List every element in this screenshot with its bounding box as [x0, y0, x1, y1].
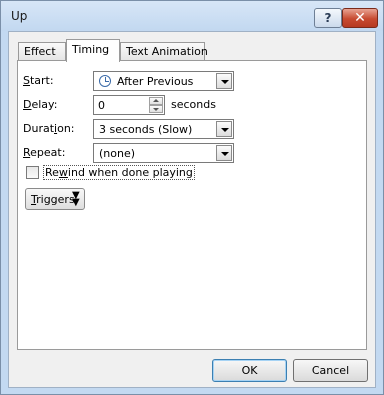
- start-label: Start:: [23, 74, 54, 87]
- delay-stepper[interactable]: 0: [93, 95, 165, 115]
- cancel-button[interactable]: Cancel: [293, 359, 368, 382]
- delay-label: Delay:: [23, 98, 58, 111]
- help-button[interactable]: ?: [314, 8, 342, 28]
- repeat-value: (none): [99, 147, 136, 160]
- triggers-label: Triggers: [31, 193, 75, 206]
- chevron-down-icon[interactable]: [216, 145, 232, 161]
- duration-label: Duration:: [23, 122, 75, 135]
- rewind-checkbox[interactable]: [26, 166, 39, 179]
- rewind-label[interactable]: Rewind when done playing: [43, 165, 195, 180]
- clock-icon: [99, 75, 111, 87]
- duration-dropdown[interactable]: 3 seconds (Slow): [93, 119, 234, 139]
- repeat-label: Repeat:: [23, 146, 66, 159]
- spin-up-icon[interactable]: [149, 97, 163, 105]
- chevron-down-icon[interactable]: [216, 121, 232, 137]
- chevron-down-icon[interactable]: [216, 73, 232, 89]
- duration-value: 3 seconds (Slow): [99, 123, 193, 136]
- close-button[interactable]: ✕: [342, 8, 378, 28]
- delay-value: 0: [98, 99, 105, 112]
- delay-unit: seconds: [171, 98, 216, 111]
- repeat-dropdown[interactable]: (none): [93, 143, 234, 163]
- tab-effect[interactable]: Effect: [18, 42, 66, 61]
- tab-text-animation[interactable]: Text Animation: [120, 42, 208, 61]
- chevron-double-down-icon: ▼ ▼: [72, 190, 80, 208]
- window-title: Up: [11, 9, 28, 23]
- timing-panel: Start: After Previous Delay: 0 seconds D…: [17, 60, 367, 350]
- ok-button[interactable]: OK: [212, 359, 287, 382]
- dialog-window: Up ? ✕ Effect Timing Text Animation Star…: [0, 0, 384, 395]
- dialog-body: Effect Timing Text Animation Start: Afte…: [8, 31, 376, 388]
- start-value: After Previous: [117, 75, 194, 88]
- triggers-button[interactable]: Triggers ▼ ▼: [25, 188, 85, 210]
- tab-timing[interactable]: Timing: [66, 39, 120, 62]
- spin-down-icon[interactable]: [149, 105, 163, 113]
- start-dropdown[interactable]: After Previous: [93, 71, 234, 91]
- title-bar: Up ? ✕: [1, 1, 383, 31]
